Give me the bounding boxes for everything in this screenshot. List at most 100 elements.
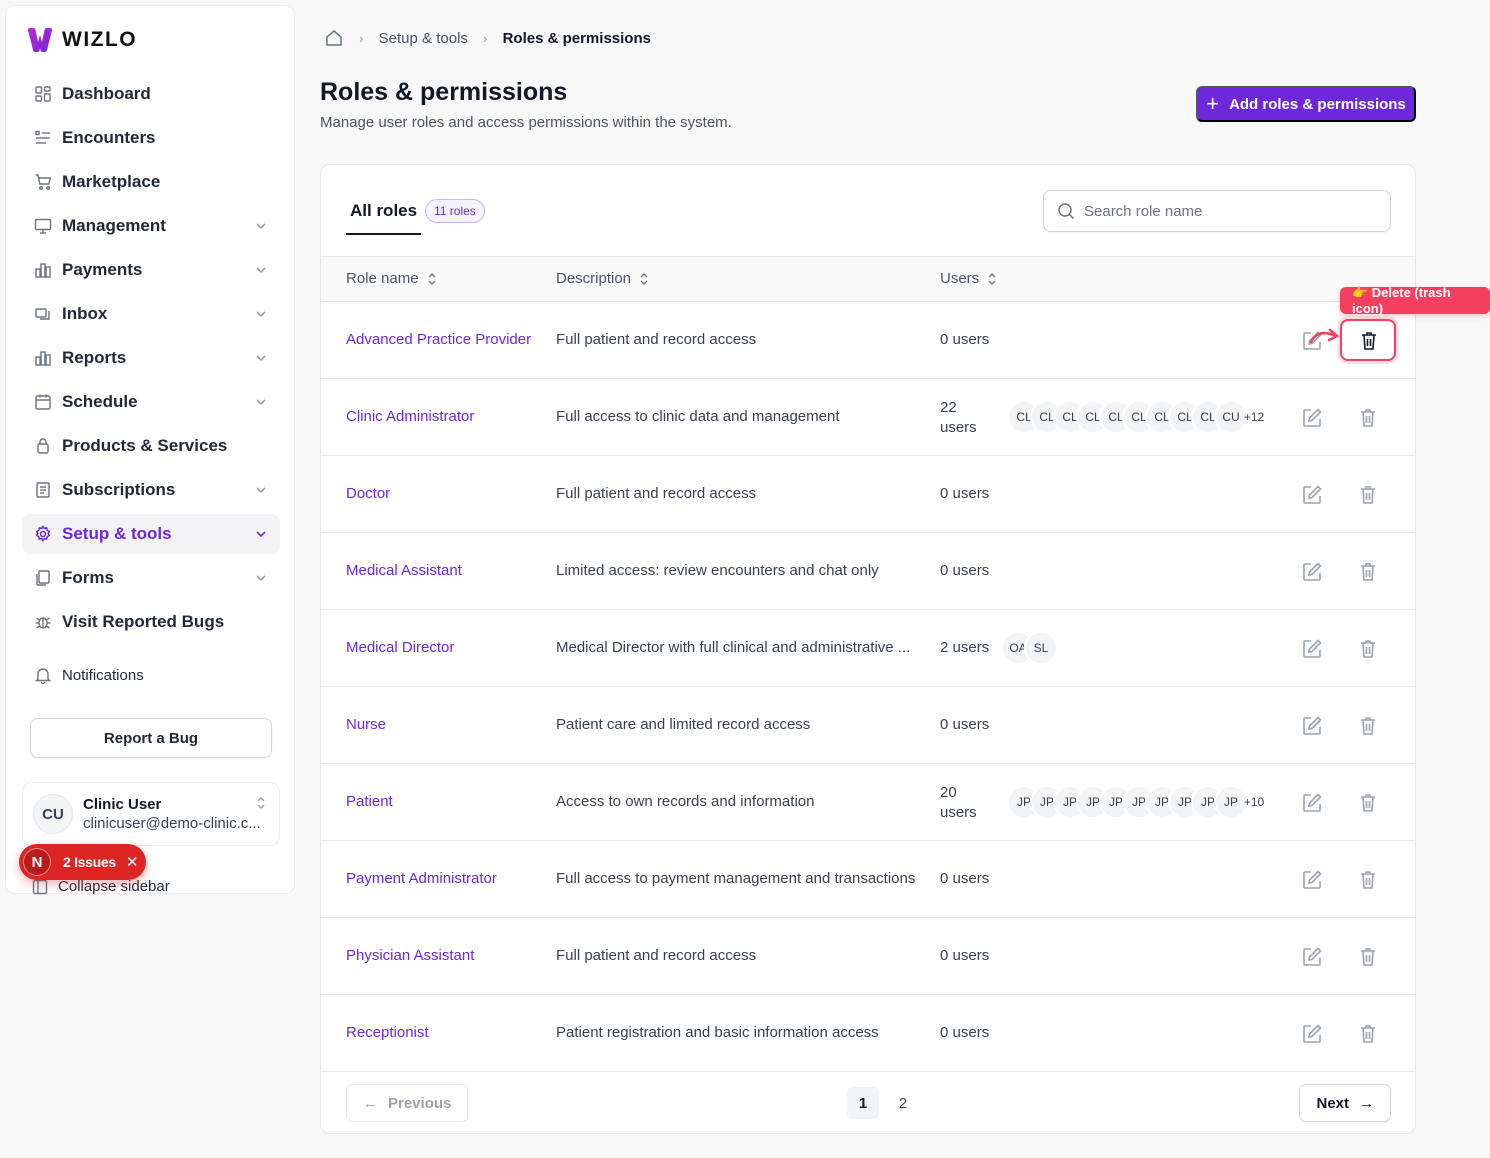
trash-icon[interactable] — [1358, 946, 1378, 968]
sidebar-item-reports[interactable]: Reports — [22, 338, 280, 378]
role-user-count: 0 users — [940, 947, 990, 964]
role-name-link[interactable]: Advanced Practice Provider — [346, 331, 531, 348]
edit-icon[interactable] — [1301, 407, 1323, 429]
edit-icon[interactable] — [1301, 792, 1323, 814]
report-bug-button[interactable]: Report a Bug — [30, 718, 272, 758]
role-name-link[interactable]: Payment Administrator — [346, 870, 497, 887]
chevron-down-icon — [254, 571, 268, 585]
chevron-down-icon — [254, 527, 268, 541]
copy-icon — [34, 569, 52, 587]
role-name-link[interactable]: Receptionist — [346, 1024, 429, 1041]
delete-highlight-button[interactable] — [1340, 319, 1396, 361]
role-user-count: 2 users — [940, 639, 990, 656]
sidebar-item-products-services[interactable]: Products & Services — [22, 426, 280, 466]
role-description: Limited access: review encounters and ch… — [556, 562, 879, 579]
role-user-count: 20 users — [940, 784, 977, 821]
role-description: Medical Director with full clinical and … — [556, 639, 911, 656]
breadcrumb-current: Roles & permissions — [502, 29, 651, 47]
sidebar-item-subscriptions[interactable]: Subscriptions — [22, 470, 280, 510]
next-button[interactable]: Next → — [1299, 1084, 1391, 1122]
sidebar-item-encounters[interactable]: Encounters — [22, 118, 280, 158]
trash-icon[interactable] — [1358, 1023, 1378, 1045]
sidebar-item-inbox[interactable]: Inbox — [22, 294, 280, 334]
previous-button[interactable]: ← Previous — [346, 1084, 469, 1122]
notifications-link[interactable]: Notifications — [34, 666, 144, 684]
page-number[interactable]: 2 — [887, 1087, 919, 1119]
edit-icon[interactable] — [1301, 715, 1323, 737]
trash-icon[interactable] — [1358, 484, 1378, 506]
sidebar-item-payments[interactable]: Payments — [22, 250, 280, 290]
search-input[interactable] — [1084, 202, 1390, 220]
role-user-count: 0 users — [940, 716, 990, 733]
edit-icon[interactable] — [1301, 1023, 1323, 1045]
role-name-link[interactable]: Nurse — [346, 716, 386, 733]
column-users[interactable]: Users — [940, 270, 997, 287]
sidebar-item-dashboard[interactable]: Dashboard — [22, 74, 280, 114]
sidebar-item-visit-reported-bugs[interactable]: Visit Reported Bugs — [22, 602, 280, 642]
add-roles-button[interactable]: + Add roles & permissions — [1196, 86, 1416, 122]
search-field[interactable] — [1043, 190, 1391, 232]
role-user-count: 0 users — [940, 485, 990, 502]
bar-chart-icon — [34, 261, 52, 279]
table-row: Clinic Administrator Full access to clini… — [321, 379, 1415, 456]
tab-all-roles[interactable]: All roles — [346, 201, 422, 235]
user-avatar[interactable]: SL — [1024, 631, 1058, 665]
curved-arrow-icon — [1309, 328, 1340, 344]
role-description: Full patient and record access — [556, 485, 757, 502]
role-name-link[interactable]: Clinic Administrator — [346, 408, 474, 425]
collapse-sidebar-label: Collapse sidebar — [58, 878, 170, 895]
issues-badge[interactable]: N 2 Issues ✕ — [19, 844, 146, 880]
edit-icon[interactable] — [1301, 561, 1323, 583]
trash-icon[interactable] — [1358, 869, 1378, 891]
role-name-link[interactable]: Patient — [346, 793, 393, 810]
role-description: Full access to payment management and tr… — [556, 870, 916, 887]
role-description: Full access to clinic data and managemen… — [556, 408, 840, 425]
home-icon[interactable] — [324, 28, 344, 48]
sidebar-item-forms[interactable]: Forms — [22, 558, 280, 598]
trash-icon[interactable] — [1358, 561, 1378, 583]
role-name-link[interactable]: Medical Director — [346, 639, 454, 656]
close-icon[interactable]: ✕ — [126, 853, 139, 871]
role-name-link[interactable]: Physician Assistant — [346, 947, 474, 964]
trash-icon[interactable] — [1358, 638, 1378, 660]
trash-icon[interactable] — [1358, 407, 1378, 429]
edit-icon[interactable] — [1301, 869, 1323, 891]
trash-icon[interactable] — [1358, 715, 1378, 737]
more-users-count[interactable]: +10 — [1237, 785, 1271, 819]
column-role-name[interactable]: Role name — [346, 270, 437, 287]
table-row: Physician Assistant Full patient and reco… — [321, 918, 1415, 995]
user-menu[interactable]: CU Clinic User clinicuser@demo-clinic.c.… — [22, 782, 280, 846]
sidebar-item-marketplace[interactable]: Marketplace — [22, 162, 280, 202]
breadcrumb-parent[interactable]: Setup & tools — [379, 30, 468, 47]
arrow-right-icon: → — [1359, 1094, 1374, 1112]
table-row: Medical Assistant Limited access: review … — [321, 533, 1415, 610]
table-row: Medical Director Medical Director with fu… — [321, 610, 1415, 687]
sidebar-item-label: Subscriptions — [62, 480, 176, 499]
edit-icon[interactable] — [1301, 946, 1323, 968]
receipt-icon — [34, 481, 52, 499]
bell-icon — [34, 666, 52, 684]
user-avatar-group: JP JP JP JP JP JP JP JP JP JP +10 — [1007, 785, 1271, 819]
sidebar-item-setup-tools[interactable]: Setup & tools — [22, 514, 280, 554]
trash-icon[interactable] — [1358, 792, 1378, 814]
role-description: Full patient and record access — [556, 331, 757, 348]
more-users-count[interactable]: +12 — [1237, 400, 1271, 434]
page-number[interactable]: 1 — [847, 1087, 879, 1119]
sidebar-nav: Dashboard Encounters Marketplace Managem… — [22, 74, 280, 646]
edit-icon[interactable] — [1301, 638, 1323, 660]
calendar-icon — [34, 393, 52, 411]
sidebar-item-management[interactable]: Management — [22, 206, 280, 246]
role-name-link[interactable]: Doctor — [346, 485, 390, 502]
previous-label: Previous — [388, 1094, 452, 1112]
edit-icon[interactable] — [1301, 484, 1323, 506]
column-description[interactable]: Description — [556, 270, 649, 287]
logo[interactable]: WIZLO — [26, 26, 137, 54]
role-name-link[interactable]: Medical Assistant — [346, 562, 462, 579]
avatar: CU — [33, 794, 73, 834]
sidebar-item-schedule[interactable]: Schedule — [22, 382, 280, 422]
collapse-sidebar-button[interactable]: Collapse sidebar — [32, 878, 170, 895]
list-icon — [34, 129, 52, 147]
role-user-count: 22 users — [940, 399, 977, 436]
issues-avatar: N — [23, 848, 51, 876]
lock-icon — [34, 437, 52, 455]
